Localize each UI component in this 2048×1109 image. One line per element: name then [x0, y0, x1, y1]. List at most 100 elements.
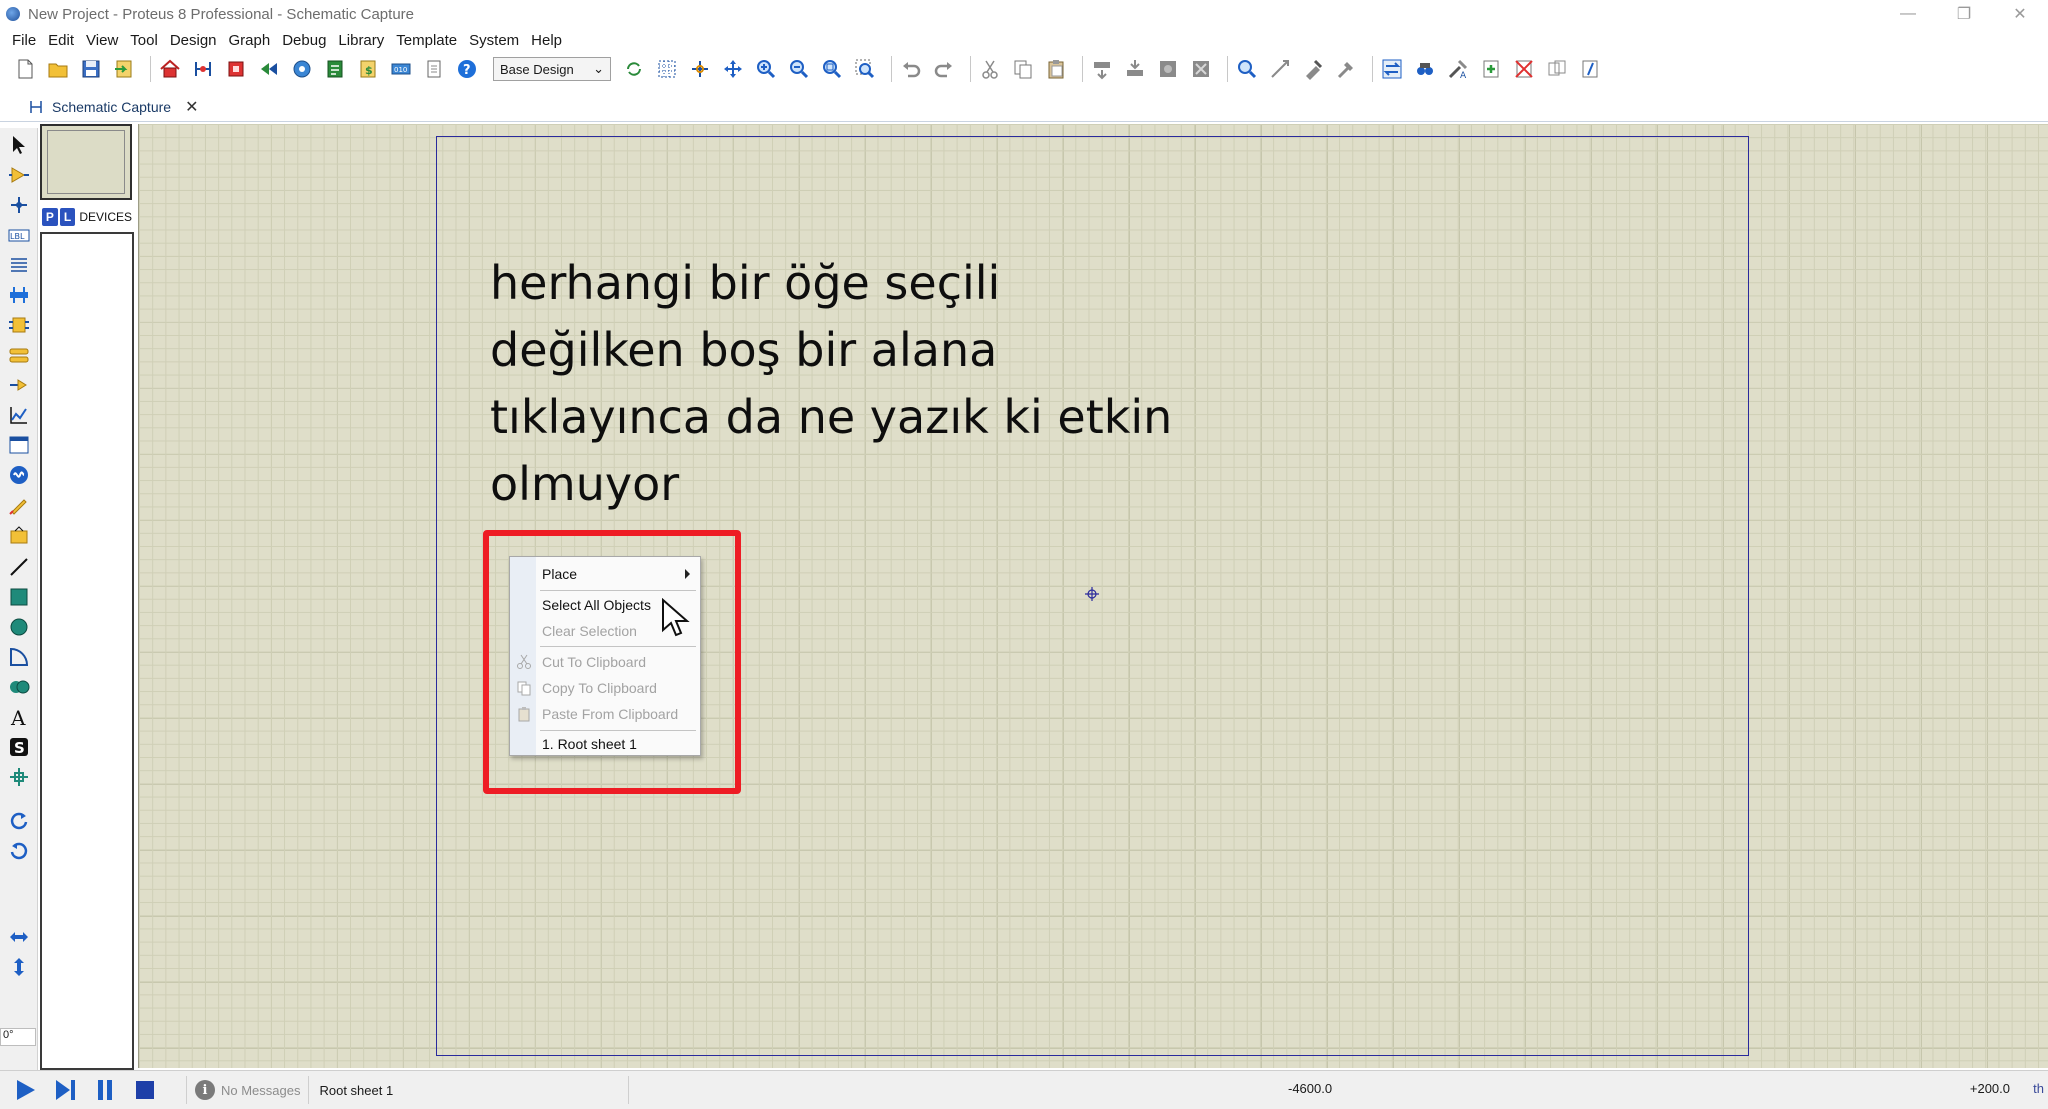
rotate-clockwise-icon[interactable] — [6, 808, 32, 834]
marker-mode-icon[interactable] — [6, 764, 32, 790]
units-toggle[interactable]: th — [2033, 1081, 2044, 1096]
terminals-icon[interactable] — [6, 342, 32, 368]
menu-view[interactable]: View — [80, 32, 124, 49]
generator-mode-icon[interactable] — [6, 462, 32, 488]
text-mode-icon[interactable]: A — [6, 704, 32, 730]
stop-simulation-icon[interactable] — [130, 1075, 160, 1105]
redo-icon[interactable] — [931, 56, 957, 82]
block-move-icon[interactable] — [1122, 56, 1148, 82]
toggle-grid-icon[interactable] — [654, 56, 680, 82]
menu-system[interactable]: System — [463, 32, 525, 49]
decompose-icon[interactable] — [1333, 56, 1359, 82]
rotation-angle-input[interactable]: 0° — [0, 1028, 36, 1046]
home-icon[interactable] — [157, 56, 183, 82]
text-script-icon[interactable] — [6, 252, 32, 278]
3d-visualizer-icon[interactable] — [256, 56, 282, 82]
menu-tool[interactable]: Tool — [124, 32, 164, 49]
close-window-button[interactable]: ✕ — [1992, 0, 2048, 28]
buses-icon[interactable] — [6, 282, 32, 308]
pick-parts-icon[interactable] — [1234, 56, 1260, 82]
block-copy-icon[interactable] — [1089, 56, 1115, 82]
vsm-studio-icon[interactable]: 010 — [388, 56, 414, 82]
overview-window[interactable] — [40, 124, 132, 200]
cut-icon[interactable] — [977, 56, 1003, 82]
restore-button[interactable]: ❐ — [1936, 0, 1992, 28]
device-list[interactable] — [40, 232, 134, 1070]
junction-dot-icon[interactable] — [6, 192, 32, 218]
search-tag-icon[interactable] — [1412, 56, 1438, 82]
voltage-probe-icon[interactable] — [6, 492, 32, 518]
help-icon[interactable]: ? — [454, 56, 480, 82]
refresh-icon[interactable] — [621, 56, 647, 82]
menu-graph[interactable]: Graph — [223, 32, 277, 49]
pick-devices-button[interactable]: P — [42, 208, 58, 226]
paste-icon[interactable] — [1043, 56, 1069, 82]
circle-mode-icon[interactable] — [6, 614, 32, 640]
menu-debug[interactable]: Debug — [276, 32, 332, 49]
gerber-viewer-icon[interactable] — [289, 56, 315, 82]
pcb-layout-icon[interactable] — [223, 56, 249, 82]
menu-template[interactable]: Template — [390, 32, 463, 49]
closed-path-icon[interactable] — [6, 674, 32, 700]
symbol-mode-icon[interactable]: S — [6, 734, 32, 760]
copy-icon[interactable] — [1010, 56, 1036, 82]
design-explorer-icon[interactable]: $ — [355, 56, 381, 82]
rotate-anticlockwise-icon[interactable] — [6, 838, 32, 864]
mirror-horizontal-icon[interactable] — [6, 924, 32, 950]
menu-item-copy-to-clipboard[interactable]: Copy To Clipboard — [510, 675, 700, 701]
graph-mode-icon[interactable] — [6, 402, 32, 428]
make-device-icon[interactable] — [1267, 56, 1293, 82]
design-variant-select[interactable]: Base Design ⌄ — [493, 57, 611, 81]
message-indicator[interactable]: i No Messages — [186, 1076, 310, 1104]
origin-icon[interactable] — [687, 56, 713, 82]
zoom-in-icon[interactable] — [753, 56, 779, 82]
step-simulation-icon[interactable] — [50, 1075, 80, 1105]
close-tab-icon[interactable]: ✕ — [185, 97, 198, 117]
mirror-vertical-icon[interactable] — [6, 954, 32, 980]
device-pins-icon[interactable] — [6, 372, 32, 398]
menu-item-place[interactable]: Place — [510, 561, 700, 587]
menu-item-cut-to-clipboard[interactable]: Cut To Clipboard — [510, 649, 700, 675]
bill-of-materials-icon[interactable] — [322, 56, 348, 82]
play-simulation-icon[interactable] — [10, 1075, 40, 1105]
wire-autorouter-icon[interactable] — [1379, 56, 1405, 82]
minimize-button[interactable]: — — [1880, 0, 1936, 28]
library-manager-button[interactable]: L — [59, 208, 76, 226]
box-mode-icon[interactable] — [6, 584, 32, 610]
zoom-out-icon[interactable] — [786, 56, 812, 82]
block-delete-icon[interactable] — [1188, 56, 1214, 82]
notes-icon[interactable] — [421, 56, 447, 82]
selection-mode-icon[interactable] — [6, 132, 32, 158]
menu-item-paste-from-clipboard[interactable]: Paste From Clipboard — [510, 701, 700, 727]
zoom-to-fit-icon[interactable] — [819, 56, 845, 82]
exit-to-parent-icon[interactable] — [1544, 56, 1570, 82]
open-folder-icon[interactable] — [45, 56, 71, 82]
import-icon[interactable] — [111, 56, 137, 82]
menu-file[interactable]: File — [6, 32, 42, 49]
schematic-capture-icon[interactable] — [190, 56, 216, 82]
menu-design[interactable]: Design — [164, 32, 223, 49]
tape-recorder-icon[interactable] — [6, 432, 32, 458]
menu-library[interactable]: Library — [332, 32, 390, 49]
line-mode-icon[interactable] — [6, 554, 32, 580]
undo-icon[interactable] — [898, 56, 924, 82]
remove-sheet-icon[interactable] — [1511, 56, 1537, 82]
property-assignment-icon[interactable]: A — [1445, 56, 1471, 82]
new-sheet-icon[interactable] — [1478, 56, 1504, 82]
menu-help[interactable]: Help — [525, 32, 568, 49]
pause-simulation-icon[interactable] — [90, 1075, 120, 1105]
pan-icon[interactable] — [720, 56, 746, 82]
arc-mode-icon[interactable] — [6, 644, 32, 670]
save-icon[interactable] — [78, 56, 104, 82]
zoom-area-icon[interactable] — [852, 56, 878, 82]
new-file-icon[interactable] — [12, 56, 38, 82]
electrical-rule-check-icon[interactable] — [1577, 56, 1603, 82]
menu-item-root-sheet[interactable]: 1. Root sheet 1 — [510, 731, 700, 757]
tab-schematic-capture[interactable]: Schematic Capture ✕ — [18, 92, 208, 122]
package-tool-icon[interactable] — [1300, 56, 1326, 82]
subcircuit-icon[interactable] — [6, 312, 32, 338]
wire-label-icon[interactable]: LBL — [6, 222, 32, 248]
virtual-instruments-icon[interactable] — [6, 522, 32, 548]
block-rotate-icon[interactable] — [1155, 56, 1181, 82]
component-mode-icon[interactable] — [6, 162, 32, 188]
